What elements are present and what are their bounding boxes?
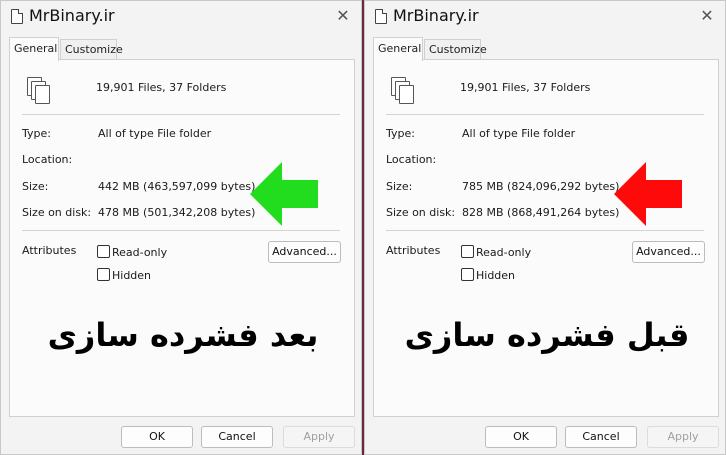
hidden-label: Hidden [112,269,152,282]
window-title: MrBinary.ir [393,6,479,25]
general-panel: 19,901 Files, 37 Folders Type: All of ty… [9,59,355,417]
document-icon [11,9,23,24]
type-value: All of type File folder [462,127,576,140]
caption-after: بعد فشرده سازی [47,316,319,354]
close-icon[interactable]: ✕ [331,5,355,27]
attributes-label: Attributes [22,244,77,257]
document-icon [375,9,387,24]
readonly-label: Read-only [112,246,168,259]
type-label: Type: [386,127,415,140]
hidden-label: Hidden [476,269,516,282]
title-bar: MrBinary.ir ✕ [365,1,725,33]
properties-dialog-after: MrBinary.ir ✕ General Customize 19,901 F… [0,0,362,455]
readonly-label: Read-only [476,246,532,259]
tab-general[interactable]: General [373,37,423,61]
hidden-checkbox[interactable] [97,268,110,281]
size-label: Size: [22,180,49,193]
contents-summary: 19,901 Files, 37 Folders [96,81,227,94]
divider [386,114,704,115]
ok-button[interactable]: OK [485,426,557,448]
readonly-option[interactable]: Read-only [97,245,167,259]
size-value: 785 MB (824,096,292 bytes) [462,180,620,193]
type-label: Type: [22,127,51,140]
title-bar: MrBinary.ir ✕ [1,1,361,33]
files-icon [391,77,415,105]
location-label: Location: [386,153,437,166]
hidden-option[interactable]: Hidden [97,268,151,282]
divider [22,114,340,115]
size-on-disk-value: 828 MB (868,491,264 bytes) [462,206,620,219]
window-title: MrBinary.ir [29,6,115,25]
size-label: Size: [386,180,413,193]
caption-before: قبل فشرده سازی [404,316,690,354]
ok-button[interactable]: OK [121,426,193,448]
readonly-option[interactable]: Read-only [461,245,531,259]
advanced-button[interactable]: Advanced... [268,241,341,263]
attributes-label: Attributes [386,244,441,257]
cancel-button[interactable]: Cancel [565,426,637,448]
size-on-disk-value: 478 MB (501,342,208 bytes) [98,206,256,219]
size-on-disk-label: Size on disk: [22,206,92,219]
type-value: All of type File folder [98,127,212,140]
tab-customize[interactable]: Customize [60,39,123,60]
hidden-checkbox[interactable] [461,268,474,281]
divider [386,230,704,231]
contents-summary: 19,901 Files, 37 Folders [460,81,591,94]
hidden-option[interactable]: Hidden [461,268,515,282]
properties-dialog-before: MrBinary.ir ✕ General Customize 19,901 F… [364,0,726,455]
general-panel: 19,901 Files, 37 Folders Type: All of ty… [373,59,719,417]
size-on-disk-label: Size on disk: [386,206,456,219]
close-icon[interactable]: ✕ [695,5,719,27]
tab-general[interactable]: General [9,37,59,61]
tab-customize[interactable]: Customize [424,39,487,60]
size-value: 442 MB (463,597,099 bytes) [98,180,256,193]
arrow-left-icon [250,162,318,226]
files-icon [27,77,51,105]
readonly-checkbox[interactable] [461,245,474,258]
apply-button[interactable]: Apply [283,426,355,448]
cancel-button[interactable]: Cancel [201,426,273,448]
arrow-left-icon [614,162,682,226]
location-label: Location: [22,153,73,166]
advanced-button[interactable]: Advanced... [632,241,705,263]
readonly-checkbox[interactable] [97,245,110,258]
divider [22,230,340,231]
apply-button[interactable]: Apply [647,426,719,448]
